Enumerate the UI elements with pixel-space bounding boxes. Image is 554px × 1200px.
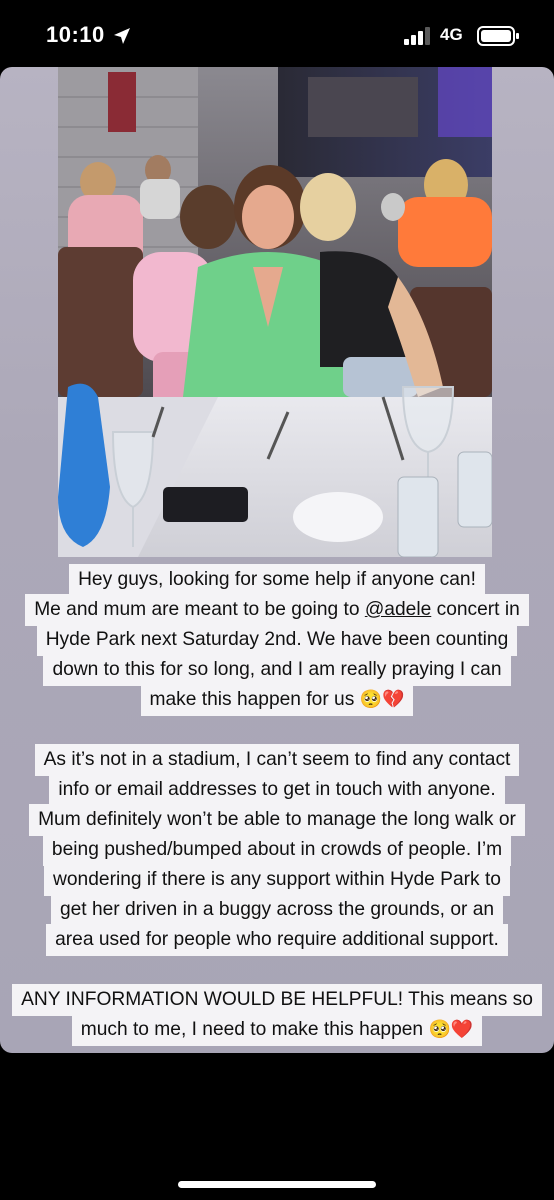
story-text-line: Mum definitely won’t be able to manage t… [0,804,554,836]
story-text-line: info or email addresses to get in touch … [0,774,554,806]
story-text: much to me, I need to make this happen 🥺… [71,1014,483,1046]
story-text: Mum definitely won’t be able to manage t… [29,804,525,836]
location-arrow-icon [114,28,130,44]
home-indicator[interactable] [178,1181,376,1188]
story-text: As it’s not in a stadium, I can’t seem t… [34,744,520,776]
story-text-line: area used for people who require additio… [0,924,554,956]
story-text-line: Hyde Park next Saturday 2nd. We have bee… [0,624,554,656]
story-text-line: get her driven in a buggy across the gro… [0,894,554,926]
story-text: being pushed/bumped about in crowds of p… [42,834,512,866]
story-text: ANY INFORMATION WOULD BE HELPFUL! This m… [12,984,542,1016]
story-text-part: make this happen for us [149,689,355,710]
story-text-line: being pushed/bumped about in crowds of p… [0,834,554,866]
pleading-red-heart-emoji: 🥺❤️ [428,1019,474,1040]
adele-mention-link[interactable]: @adele [365,599,431,620]
story-text: Hyde Park next Saturday 2nd. We have bee… [36,624,518,656]
status-bar: 10:10 4G [0,0,554,70]
pleading-broken-heart-emoji: 🥺💔 [359,689,405,710]
network-type: 4G [440,25,463,44]
story-text-line: wondering if there is any support within… [0,864,554,896]
battery-icon [477,26,519,46]
story-text-line: Hey guys, looking for some help if anyon… [0,564,554,596]
story-text: Hey guys, looking for some help if anyon… [69,564,485,596]
story-text: info or email addresses to get in touch … [49,774,505,806]
story-text: get her driven in a buggy across the gro… [50,894,504,926]
story-text-line: ANY INFORMATION WOULD BE HELPFUL! This m… [0,984,554,1016]
story-card[interactable]: Hey guys, looking for some help if anyon… [0,67,554,1053]
story-text: down to this for so long, and I am reall… [43,654,511,686]
status-time: 10:10 [46,22,105,47]
story-text-line: much to me, I need to make this happen 🥺… [0,1014,554,1046]
story-text: area used for people who require additio… [46,924,508,956]
story-text-part: concert in [431,599,520,620]
story-text-line: make this happen for us 🥺💔 [0,684,554,716]
signal-bars-icon [404,27,430,45]
story-photo [58,67,492,557]
story-text: Me and mum are meant to be going to @ade… [25,594,529,626]
restaurant-photo-illustration [58,67,492,557]
story-text: wondering if there is any support within… [44,864,510,896]
story-text-line: As it’s not in a stadium, I can’t seem t… [0,744,554,776]
story-text-part: Me and mum are meant to be going to [34,599,365,620]
story-text-line: Me and mum are meant to be going to @ade… [0,594,554,626]
story-text: make this happen for us 🥺💔 [140,684,414,716]
story-text-part: much to me, I need to make this happen [80,1019,424,1040]
story-text-line: down to this for so long, and I am reall… [0,654,554,686]
